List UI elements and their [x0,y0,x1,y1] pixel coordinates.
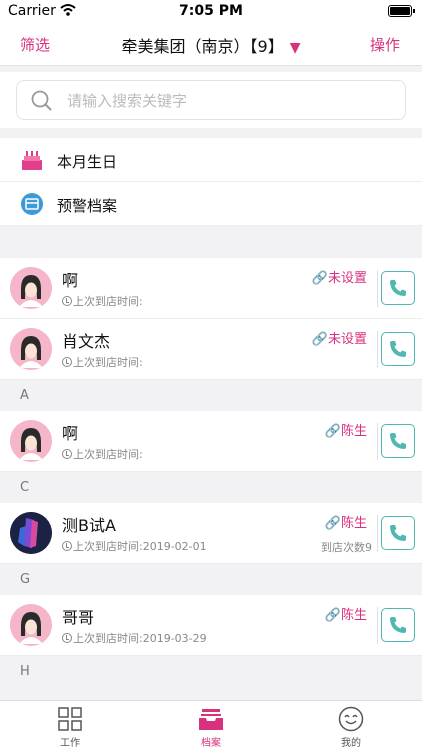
consultant-label: 陈生 [340,516,367,531]
clock-time: 7:05 PM [179,3,243,19]
tab-mine-label: 我的 [341,738,361,749]
last-visit-label: 上次到店时间: [73,356,143,369]
divider [377,270,378,307]
section-header-g: G [0,564,422,595]
female-avatar-icon [10,267,52,309]
consultant-tag[interactable]: 🔗陈生 [325,604,367,623]
archive-icon [199,709,223,730]
search-input[interactable] [67,88,387,114]
org-title: 牵美集团（南京）【9】 [121,37,284,56]
link-icon: 🔗 [324,424,341,439]
contact-name: 哥哥 [62,608,95,627]
shortcut-birthday-label: 本月生日 [57,153,118,171]
birthday-cake-icon [22,151,42,170]
contact-list: 啊 上次到店时间: 🔗未设置 肖文杰 上次到店时间: 🔗未设置 A 啊 上次到店… [0,258,422,687]
tab-archive-label: 档案 [201,738,221,749]
clock-icon [62,633,72,643]
custom-avatar-icon [10,512,52,554]
divider [377,515,378,552]
divider [377,423,378,460]
tab-mine[interactable]: 我的 [321,706,381,749]
clock-icon [62,541,72,551]
contact-row[interactable]: 肖文杰 上次到店时间: 🔗未设置 [0,319,422,380]
contact-row[interactable]: 啊 上次到店时间: 🔗陈生 [0,411,422,472]
tab-work[interactable]: 工作 [40,706,100,749]
warning-archive-icon [21,193,43,215]
clock-icon [62,357,72,367]
consultant-tag[interactable]: 🔗未设置 [312,267,367,286]
smiley-icon [338,706,364,732]
shortcut-warning-archive[interactable]: 预警档案 [0,182,422,226]
phone-icon [390,341,406,357]
contact-row[interactable]: 哥哥 上次到店时间:2019-03-29 🔗陈生 [0,595,422,656]
last-visit-label: 上次到店时间: [73,448,143,461]
phone-icon [390,433,406,449]
section-header-h: H [0,656,422,687]
phone-icon [390,617,406,633]
consultant-label: 陈生 [340,608,367,623]
search-box[interactable] [16,80,406,120]
consultant-tag[interactable]: 🔗陈生 [325,420,367,439]
tab-bar: 工作 档案 我的 [0,700,422,750]
action-button[interactable]: 操作 [370,34,400,55]
call-button[interactable] [381,424,415,458]
last-visit: 上次到店时间:2019-03-29 [62,630,207,646]
consultant-tag[interactable]: 🔗未设置 [312,328,367,347]
section-header-a: A [0,380,422,411]
last-visit-date: 2019-02-01 [142,540,207,553]
shortcut-warning-label: 预警档案 [57,197,118,215]
search-section [0,72,422,128]
last-visit-date: 2019-03-29 [142,632,207,645]
consultant-tag[interactable]: 🔗陈生 [325,512,367,531]
call-button[interactable] [381,271,415,305]
status-bar: Carrier 7:05 PM [0,0,422,22]
link-icon: 🔗 [324,608,341,623]
visit-count: 到店次数9 [321,541,372,554]
female-avatar-icon [10,604,52,646]
divider [377,331,378,368]
link-icon: 🔗 [311,332,328,347]
phone-icon [390,280,406,296]
last-visit-label: 上次到店时间: [73,295,143,308]
last-visit-label: 上次到店时间: [73,632,143,645]
section-header-c: C [0,472,422,503]
contact-name: 测B试A [62,516,116,535]
last-visit: 上次到店时间:2019-02-01 [62,538,207,554]
last-visit-label: 上次到店时间: [73,540,143,553]
contact-name: 啊 [62,424,79,443]
link-icon: 🔗 [311,271,328,286]
female-avatar-icon [10,328,52,370]
last-visit: 上次到店时间: [62,446,143,462]
clock-icon [62,449,72,459]
navigation-bar: 筛选 牵美集团（南京）【9】 ▼ 操作 [0,22,422,66]
battery-icon [388,5,415,17]
call-button[interactable] [381,608,415,642]
female-avatar-icon [10,420,52,462]
clock-icon [62,296,72,306]
consultant-label: 未设置 [327,332,367,347]
contact-row[interactable]: 测B试A 上次到店时间:2019-02-01 🔗陈生 到店次数9 [0,503,422,564]
consultant-label: 未设置 [327,271,367,286]
contact-name: 肖文杰 [62,332,111,351]
divider [377,607,378,644]
contact-name: 啊 [62,271,79,290]
dropdown-triangle-icon: ▼ [289,40,301,56]
contact-row[interactable]: 啊 上次到店时间: 🔗未设置 [0,258,422,319]
search-icon [31,90,52,111]
tab-archive[interactable]: 档案 [181,706,241,749]
org-title-dropdown[interactable]: 牵美集团（南京）【9】 ▼ [0,33,422,57]
call-button[interactable] [381,516,415,550]
phone-icon [390,525,406,541]
last-visit: 上次到店时间: [62,354,143,370]
last-visit: 上次到店时间: [62,293,143,309]
tab-work-label: 工作 [60,738,80,749]
grid-icon [58,707,82,731]
shortcut-birthday[interactable]: 本月生日 [0,138,422,182]
consultant-label: 陈生 [340,424,367,439]
call-button[interactable] [381,332,415,366]
link-icon: 🔗 [324,516,341,531]
